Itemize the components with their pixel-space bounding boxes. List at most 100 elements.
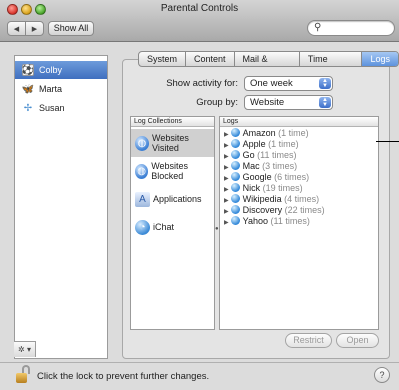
back-forward-control: ◀ ▶ xyxy=(7,21,44,36)
log-site: Apple xyxy=(242,139,266,149)
search-icon: ⚲ xyxy=(314,22,322,33)
log-row-wikipedia[interactable]: ▶ Wikipedia (4 times) xyxy=(224,194,319,204)
tab-system[interactable]: System xyxy=(139,52,185,66)
open-button[interactable]: Open xyxy=(336,333,379,348)
popup-arrows-icon: ▲ ▼ xyxy=(319,97,331,108)
popup-arrows-icon: ▲ ▼ xyxy=(319,78,331,89)
window-title: Parental Controls xyxy=(160,3,239,14)
tab-logs[interactable]: Logs xyxy=(361,52,398,66)
applications-icon: A xyxy=(135,191,150,207)
restrict-button[interactable]: Restrict xyxy=(285,333,332,348)
disclosure-triangle-icon[interactable]: ▶ xyxy=(224,220,229,226)
account-label: Colby xyxy=(39,65,63,75)
log-site: Yahoo xyxy=(242,216,268,226)
callout-line xyxy=(376,141,399,142)
group-by-label: Group by: xyxy=(196,97,238,108)
collection-label: Websites Blocked xyxy=(151,161,189,181)
log-row-amazon[interactable]: ▶ Amazon (1 time) xyxy=(224,128,309,138)
group-by-value: Website xyxy=(250,97,285,108)
log-row-discovery[interactable]: ▶ Discovery (22 times) xyxy=(224,205,325,215)
ichat-icon: ◔ xyxy=(135,219,150,235)
globe-icon xyxy=(230,150,240,159)
logs-list: Logs ▶ Amazon (1 time) ▶ Apple (1 time) ▶ G… xyxy=(219,116,379,330)
globe-icon xyxy=(230,183,240,192)
collection-websites-visited[interactable]: ◍ Websites Visited xyxy=(131,129,214,157)
log-count: (1 time) xyxy=(268,139,299,149)
log-count: (4 times) xyxy=(284,194,320,204)
collection-label: Websites Visited xyxy=(152,133,189,153)
log-count: (1 time) xyxy=(278,128,309,138)
globe-icon xyxy=(230,128,240,137)
log-count: (22 times) xyxy=(284,205,325,215)
disclosure-triangle-icon[interactable]: ▶ xyxy=(224,198,229,204)
forward-arrow-icon[interactable]: ▶ xyxy=(25,22,43,35)
log-row-apple[interactable]: ▶ Apple (1 time) xyxy=(224,139,299,149)
dragonfly-icon: ✢ xyxy=(23,102,33,114)
disclosure-triangle-icon[interactable]: ▶ xyxy=(224,187,229,193)
account-item-susan[interactable]: ✢ Susan xyxy=(15,99,107,117)
globe-icon xyxy=(230,205,240,214)
search-field[interactable]: ⚲ xyxy=(307,20,395,36)
disclosure-triangle-icon[interactable]: ▶ xyxy=(224,209,229,215)
show-activity-label: Show activity for: xyxy=(166,78,238,89)
tab-time-limits[interactable]: Time Limits xyxy=(298,52,362,66)
log-site: Discovery xyxy=(242,205,283,215)
lock-icon[interactable] xyxy=(16,365,30,383)
logs-header: Logs xyxy=(220,117,378,127)
tab-content[interactable]: Content xyxy=(185,52,234,66)
tab-bar: System Content Mail & iChat Time Limits … xyxy=(138,51,399,67)
group-by-popup[interactable]: Website ▲ ▼ xyxy=(244,95,333,110)
log-count: (6 times) xyxy=(274,172,310,182)
colby-avatar-icon: ⚽ xyxy=(21,64,35,76)
log-count: (19 times) xyxy=(262,183,303,193)
account-list: ⚽ Colby 🦋 Marta ✢ Susan xyxy=(14,55,108,359)
collection-ichat[interactable]: ◔ iChat xyxy=(131,213,214,241)
account-label: Marta xyxy=(39,84,63,94)
log-collections-header: Log Collections xyxy=(131,117,214,127)
lock-message: Click the lock to prevent further change… xyxy=(37,371,210,382)
disclosure-triangle-icon[interactable]: ▶ xyxy=(224,176,229,182)
log-site: Google xyxy=(242,172,272,182)
globe-icon xyxy=(230,216,240,225)
log-count: (11 times) xyxy=(257,150,297,160)
tab-mail-ichat[interactable]: Mail & iChat xyxy=(233,52,299,66)
collection-websites-blocked[interactable]: ◍ Websites Blocked xyxy=(131,157,214,185)
log-site: Wikipedia xyxy=(242,194,282,204)
collection-applications[interactable]: A Applications xyxy=(131,185,214,213)
log-row-yahoo[interactable]: ▶ Yahoo (11 times) xyxy=(224,216,310,226)
globe-icon: ◍ xyxy=(135,135,150,151)
globe-icon xyxy=(230,139,240,148)
log-row-nick[interactable]: ▶ Nick (19 times) xyxy=(224,183,303,193)
account-label: Susan xyxy=(39,103,65,113)
show-activity-popup[interactable]: One week ▲ ▼ xyxy=(244,76,333,91)
log-site: Go xyxy=(242,150,255,160)
log-row-go[interactable]: ▶ Go (11 times) xyxy=(224,150,297,160)
log-site: Mac xyxy=(242,161,260,171)
account-item-marta[interactable]: 🦋 Marta xyxy=(15,80,107,98)
collection-label: iChat xyxy=(153,222,175,232)
log-row-mac[interactable]: ▶ Mac (3 times) xyxy=(224,161,297,171)
show-all-button[interactable]: Show All xyxy=(48,21,94,36)
disclosure-triangle-icon[interactable]: ▶ xyxy=(224,132,229,138)
disclosure-triangle-icon[interactable]: ▶ xyxy=(224,143,229,149)
log-collections-list: Log Collections ◍ Websites Visited ◍ Web… xyxy=(130,116,215,330)
log-count: (11 times) xyxy=(270,216,310,226)
globe-icon xyxy=(230,172,240,181)
back-arrow-icon[interactable]: ◀ xyxy=(8,22,25,35)
show-activity-value: One week xyxy=(250,78,293,89)
butterfly-icon: 🦋 xyxy=(21,83,35,95)
globe-icon xyxy=(230,194,240,203)
action-menu-button[interactable]: ✲ ▾ xyxy=(14,341,36,357)
help-button[interactable]: ? xyxy=(374,367,390,383)
account-item-colby[interactable]: ⚽ Colby xyxy=(15,61,107,79)
log-count: (3 times) xyxy=(262,161,298,171)
lock-body xyxy=(16,373,27,383)
disclosure-triangle-icon[interactable]: ▶ xyxy=(224,165,229,171)
disclosure-triangle-icon[interactable]: ▶ xyxy=(224,154,229,160)
title-bar: Parental Controls ◀ ▶ Show All ⚲ xyxy=(0,0,399,42)
log-site: Amazon xyxy=(242,128,276,138)
collection-label: Applications xyxy=(153,194,202,204)
log-row-google[interactable]: ▶ Google (6 times) xyxy=(224,172,309,182)
globe-icon xyxy=(230,161,240,170)
log-site: Nick xyxy=(242,183,261,193)
